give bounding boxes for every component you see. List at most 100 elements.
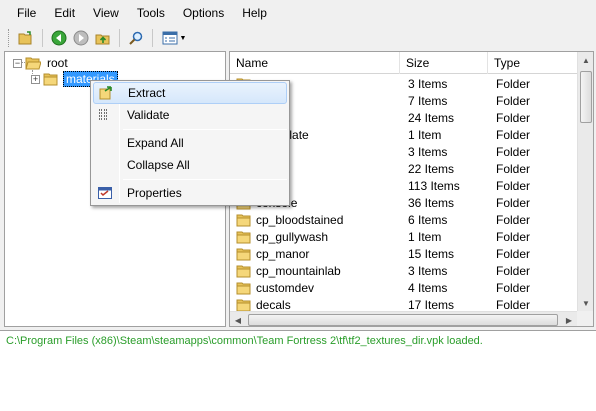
menu-edit[interactable]: Edit xyxy=(45,0,84,26)
context-menu-expand-all[interactable]: Expand All xyxy=(93,132,287,154)
log-pane[interactable]: C:\Program Files (x86)\Steam\steamapps\c… xyxy=(0,330,596,411)
list-item-size: 22 Items xyxy=(408,161,455,176)
tree-node-root[interactable]: − root xyxy=(13,55,70,71)
folder-icon xyxy=(236,231,251,243)
list-item[interactable]: cp_manor 15 Items Folder xyxy=(230,245,577,262)
list-item-size: 1 Item xyxy=(408,127,442,142)
forward-icon xyxy=(73,30,89,46)
list-item-name: cp_gullywash xyxy=(256,229,329,244)
log-message: C:\Program Files (x86)\Steam\steamapps\c… xyxy=(6,335,483,347)
list-item-type: Folder xyxy=(496,76,531,91)
list-item-type: Folder xyxy=(496,127,531,142)
horizontal-scrollbar[interactable]: ◀ ▶ xyxy=(230,311,577,326)
context-menu-properties-label: Properties xyxy=(127,186,182,200)
list-item-size: 3 Items xyxy=(408,263,448,278)
list-item-type: Folder xyxy=(496,263,531,278)
list-cell-name: cp_bloodstained xyxy=(230,213,400,227)
list-item-type: Folder xyxy=(496,144,531,159)
folder-open-icon xyxy=(25,57,41,70)
list-item-size: 1 Item xyxy=(408,229,442,244)
list-item[interactable]: cp_mountainlab 3 Items Folder xyxy=(230,262,577,279)
list-item-type: Folder xyxy=(496,110,531,125)
column-header-type[interactable]: Type xyxy=(488,52,576,74)
list-item[interactable]: cp_bloodstained 6 Items Folder xyxy=(230,211,577,228)
context-menu-validate[interactable]: Validate xyxy=(93,104,287,126)
list-cell-name: customdev xyxy=(230,281,400,295)
list-item-name: cp_mountainlab xyxy=(256,263,341,278)
toolbar-grip[interactable] xyxy=(8,29,11,47)
context-menu-collapse-all[interactable]: Collapse All xyxy=(93,154,287,176)
scroll-down-icon[interactable]: ▼ xyxy=(578,295,593,311)
menu-tools[interactable]: Tools xyxy=(128,0,174,26)
list-item-size: 7 Items xyxy=(408,93,448,108)
column-header-size[interactable]: Size xyxy=(400,52,488,74)
menu-help[interactable]: Help xyxy=(233,0,276,26)
menu-view[interactable]: View xyxy=(84,0,128,26)
chevron-down-icon: ▼ xyxy=(179,34,187,42)
scroll-corner xyxy=(577,311,593,326)
menu-options[interactable]: Options xyxy=(174,0,233,26)
tree-label-root: root xyxy=(47,56,68,70)
open-icon xyxy=(18,31,32,45)
list-item-size: 36 Items xyxy=(408,195,455,210)
list-cell-name: cp_mountainlab xyxy=(230,264,400,278)
collapse-toggle-icon[interactable]: − xyxy=(13,58,22,68)
folder-icon xyxy=(236,282,251,294)
toolbar-separator xyxy=(119,29,120,47)
list-item-size: 3 Items xyxy=(408,144,448,159)
find-icon xyxy=(129,31,143,45)
view-mode-button[interactable]: ▼ xyxy=(159,28,189,48)
vertical-scroll-thumb[interactable] xyxy=(580,71,592,123)
expand-toggle-icon[interactable]: + xyxy=(31,74,40,84)
context-menu-extract[interactable]: Extract xyxy=(93,82,287,104)
extract-icon xyxy=(99,86,112,100)
folder-icon xyxy=(236,299,251,311)
list-item-type: Folder xyxy=(496,161,531,176)
up-folder-button[interactable] xyxy=(93,28,113,48)
context-menu-expand-all-label: Expand All xyxy=(127,136,184,150)
vertical-scrollbar[interactable]: ▲ ▼ xyxy=(577,52,593,311)
context-menu-separator xyxy=(123,179,287,180)
list-item[interactable]: cp_gullywash 1 Item Folder xyxy=(230,228,577,245)
list-item-size: 4 Items xyxy=(408,280,448,295)
list-item-type: Folder xyxy=(496,178,531,193)
list-cell-name: cp_manor xyxy=(230,247,400,261)
folder-icon xyxy=(236,265,251,277)
list-item-type: Folder xyxy=(496,93,531,108)
list-item-size: 24 Items xyxy=(408,110,455,125)
list-item-name: cp_bloodstained xyxy=(256,212,344,227)
list-item-type: Folder xyxy=(496,297,531,312)
folder-icon xyxy=(43,73,58,86)
list-item-size: 15 Items xyxy=(408,246,455,261)
context-menu-properties[interactable]: Properties xyxy=(93,182,287,204)
context-menu-validate-label: Validate xyxy=(127,108,170,122)
view-mode-icon xyxy=(162,31,178,45)
list-item-name: decals xyxy=(256,297,291,312)
scroll-right-icon[interactable]: ▶ xyxy=(561,312,577,326)
open-button[interactable] xyxy=(16,28,36,48)
list-item-name: customdev xyxy=(256,280,315,295)
properties-icon xyxy=(98,187,112,199)
list-item-type: Folder xyxy=(496,195,531,210)
find-button[interactable] xyxy=(126,28,146,48)
list-header: Name Size Type xyxy=(230,52,577,74)
list-item-type: Folder xyxy=(496,246,531,261)
list-cell-name: cp_gullywash xyxy=(230,230,400,244)
column-header-name[interactable]: Name xyxy=(230,52,400,74)
context-menu-extract-label: Extract xyxy=(128,86,166,100)
menu-bar: File Edit View Tools Options Help xyxy=(0,0,596,26)
list-cell-name: decals xyxy=(230,298,400,312)
folder-icon xyxy=(236,214,251,226)
scroll-up-icon[interactable]: ▲ xyxy=(578,52,593,68)
list-item-size: 113 Items xyxy=(408,178,460,193)
menu-file[interactable]: File xyxy=(8,0,45,26)
back-button[interactable] xyxy=(49,28,69,48)
forward-button[interactable] xyxy=(71,28,91,48)
list-item-size: 17 Items xyxy=(408,297,455,312)
horizontal-scroll-thumb[interactable] xyxy=(248,314,558,326)
list-item-size: 6 Items xyxy=(408,212,448,227)
list-item[interactable]: customdev 4 Items Folder xyxy=(230,279,577,296)
validate-icon xyxy=(99,109,107,120)
toolbar: ▼ xyxy=(0,26,596,50)
scroll-left-icon[interactable]: ◀ xyxy=(230,312,246,326)
